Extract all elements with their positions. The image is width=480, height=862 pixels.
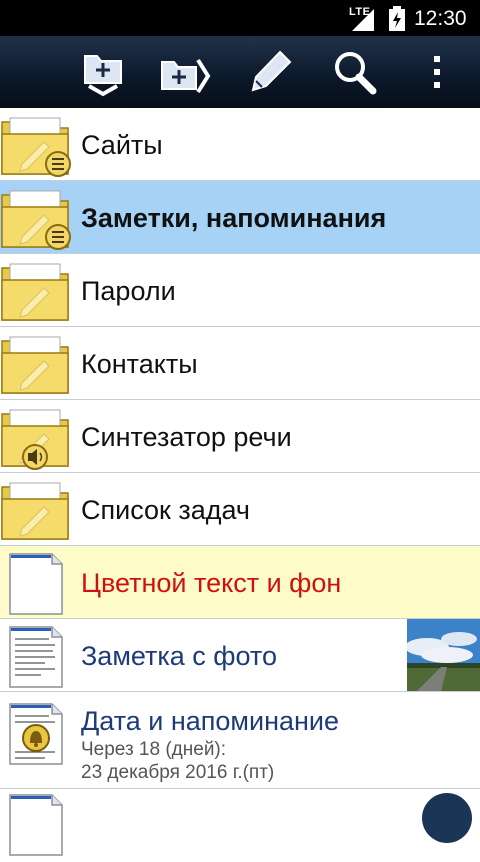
list-item[interactable]: Цветной текст и фон [0, 546, 480, 619]
folder-icon [0, 333, 74, 397]
list-item-selected[interactable]: Заметки, напоминания [0, 181, 480, 254]
folder-list-icon [0, 187, 74, 251]
search-icon [335, 52, 377, 95]
list-item[interactable]: Заметка с фото [0, 619, 480, 692]
overflow-menu-button[interactable] [412, 46, 462, 98]
status-bar: LTE 12:30 [0, 0, 480, 36]
list-item[interactable]: Дата и напоминание Через 18 (дней): 23 д… [0, 692, 480, 789]
add-folder-icon [84, 55, 122, 97]
item-title: Заметки, напоминания [81, 203, 387, 233]
list-item[interactable]: Список задач [0, 473, 480, 546]
list-item[interactable]: Синтезатор речи [0, 400, 480, 473]
item-subtitle: Через 18 (дней): [81, 739, 227, 760]
list-item[interactable]: Пароли [0, 254, 480, 327]
item-title: Сайты [81, 130, 163, 160]
clock: 12:30 [414, 7, 467, 30]
item-subtitle: 23 декабря 2016 г.(пт) [81, 762, 275, 783]
note-text-icon [0, 625, 74, 689]
item-title: Список задач [81, 495, 250, 525]
notes-list: Сайты Заметки, напоминания Пароли Контак… [0, 108, 480, 856]
battery-icon [389, 6, 405, 31]
folder-speaker-icon [0, 406, 74, 470]
toolbar [0, 36, 480, 108]
list-item[interactable]: Сайты [0, 108, 480, 181]
folder-icon [0, 260, 74, 324]
item-title: Пароли [81, 276, 176, 306]
list-item[interactable]: Контакты [0, 327, 480, 400]
signal-icon [352, 9, 374, 31]
list-item[interactable] [0, 789, 480, 856]
move-to-folder-button[interactable] [158, 46, 212, 98]
note-icon [0, 793, 74, 857]
item-title: Дата и напоминание [81, 706, 340, 736]
folder-list-icon [0, 114, 74, 178]
edit-button[interactable] [244, 46, 298, 98]
item-title: Заметка с фото [81, 641, 278, 671]
note-icon [0, 552, 74, 616]
move-to-folder-icon [161, 58, 211, 94]
note-bell-icon [0, 702, 74, 766]
edit-icon [251, 50, 292, 92]
folder-icon [0, 479, 74, 543]
item-title: Цветной текст и фон [81, 568, 342, 598]
overflow-menu-icon [434, 56, 440, 88]
photo-thumbnail [407, 619, 480, 691]
search-button[interactable] [328, 46, 382, 98]
item-title: Контакты [81, 349, 198, 379]
item-title: Синтезатор речи [81, 422, 292, 452]
partial-round-icon [422, 793, 472, 843]
add-folder-button[interactable] [76, 46, 130, 98]
